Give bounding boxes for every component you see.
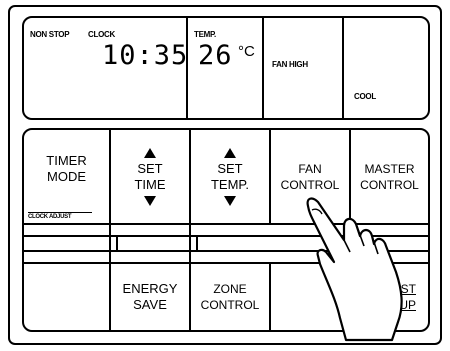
master-control-label: MASTER [364, 161, 415, 176]
zone-control-label: CONTROL [200, 298, 260, 312]
display-divider [262, 18, 264, 118]
display-divider [186, 18, 188, 118]
zone-control-label: ZONE [213, 282, 247, 296]
down-arrow-icon[interactable] [224, 195, 236, 206]
energy-save-label: ENERGY [122, 281, 178, 296]
temp-readout: 26 [198, 40, 233, 71]
up-arrow-icon[interactable] [144, 147, 156, 158]
button-panel: TIMER MODE CLOCK ADJUST SET TIME SET TEM… [22, 128, 430, 332]
energy-save-button[interactable]: ENERGY SAVE [111, 264, 189, 330]
timer-mode-label: TIMER [46, 153, 87, 168]
master-control-label: CONTROL [360, 177, 419, 192]
clock-adjust-button[interactable]: CLOCK ADJUST [28, 212, 92, 220]
fan-control-label: CONTROL [280, 177, 340, 192]
set-time-label: TIME [134, 176, 166, 192]
fan-speed-indicator: FAN HIGH [272, 60, 308, 69]
indicator-mark [116, 236, 118, 250]
lcd-display: NON STOP CLOCK 10:35 TEMP. 26 °C FAN HIG… [22, 16, 430, 120]
row-separator [24, 250, 428, 252]
clock-label: CLOCK [88, 30, 115, 39]
set-time-button[interactable]: SET TIME [111, 130, 189, 223]
set-temp-button[interactable]: SET TEMP. [191, 130, 269, 223]
timer-mode-label: MODE [47, 169, 86, 184]
timer-mode-button[interactable]: TIMER MODE [24, 130, 109, 208]
fan-control-button[interactable]: FAN CONTROL [271, 130, 349, 223]
blank-button[interactable] [24, 264, 109, 330]
temp-label: TEMP. [194, 30, 216, 39]
set-time-label: SET [137, 160, 163, 176]
set-temp-label: SET [217, 160, 243, 176]
set-temp-label: TEMP. [210, 176, 250, 192]
down-arrow-icon[interactable] [144, 195, 156, 206]
partial-button-label: UP [399, 298, 416, 312]
clock-readout: 10:35 [102, 40, 189, 71]
energy-save-label: SAVE [133, 297, 167, 312]
mode-indicator: COOL [354, 92, 376, 101]
partially-hidden-button[interactable]: ST UP [351, 264, 428, 330]
master-control-button[interactable]: MASTER CONTROL [351, 130, 428, 223]
up-arrow-icon[interactable] [224, 147, 236, 158]
partial-button-label: ST [400, 282, 416, 296]
fan-control-label: FAN [298, 161, 322, 176]
zone-control-button[interactable]: ZONE CONTROL [191, 264, 269, 330]
non-stop-indicator: NON STOP [30, 30, 70, 39]
indicator-mark [196, 236, 198, 250]
temp-unit: °C [238, 43, 255, 60]
blank-button[interactable] [271, 264, 349, 330]
display-divider [342, 18, 344, 118]
row-separator [24, 223, 428, 225]
row-separator [24, 235, 428, 237]
